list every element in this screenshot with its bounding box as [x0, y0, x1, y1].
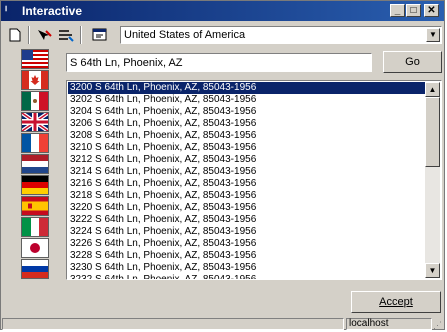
- flag-usa-icon[interactable]: [21, 49, 49, 69]
- result-row[interactable]: 3218 S 64th Ln, Phoenix, AZ, 85043-1956: [68, 190, 428, 202]
- minimize-button[interactable]: _: [390, 4, 405, 17]
- result-row[interactable]: 3222 S 64th Ln, Phoenix, AZ, 85043-1956: [68, 214, 428, 226]
- flag-spain-icon[interactable]: [21, 196, 49, 216]
- flag-italy-icon[interactable]: [21, 217, 49, 237]
- accept-label: Accept: [379, 296, 413, 308]
- flag-mexico-icon[interactable]: [21, 91, 49, 111]
- result-row[interactable]: 3220 S 64th Ln, Phoenix, AZ, 85043-1956: [68, 202, 428, 214]
- status-host: localhost: [346, 318, 432, 330]
- result-row[interactable]: 3224 S 64th Ln, Phoenix, AZ, 85043-1956: [68, 226, 428, 238]
- toolbar-separator: [28, 26, 30, 44]
- flag-uk-icon[interactable]: [21, 112, 49, 132]
- properties-icon[interactable]: [90, 26, 110, 44]
- pointer-tool-icon[interactable]: [34, 26, 54, 44]
- result-row[interactable]: 3228 S 64th Ln, Phoenix, AZ, 85043-1956: [68, 250, 428, 262]
- new-document-icon[interactable]: [5, 26, 25, 44]
- flag-netherlands-icon[interactable]: [21, 154, 49, 174]
- flag-japan-icon[interactable]: [21, 238, 49, 258]
- result-row[interactable]: 3210 S 64th Ln, Phoenix, AZ, 85043-1956: [68, 142, 428, 154]
- resize-grip-icon[interactable]: ⋰: [433, 320, 443, 330]
- results-list-body: 3200 S 64th Ln, Phoenix, AZ, 85043-1956 3…: [68, 82, 428, 279]
- result-row[interactable]: 3212 S 64th Ln, Phoenix, AZ, 85043-1956: [68, 154, 428, 166]
- scroll-up-icon[interactable]: ▲: [425, 82, 440, 97]
- accept-button[interactable]: Accept: [351, 291, 441, 313]
- result-row[interactable]: 3206 S 64th Ln, Phoenix, AZ, 85043-1956: [68, 118, 428, 130]
- result-row[interactable]: 3200 S 64th Ln, Phoenix, AZ, 85043-1956: [68, 82, 428, 94]
- result-row[interactable]: 3216 S 64th Ln, Phoenix, AZ, 85043-1956: [68, 178, 428, 190]
- toolbar-separator: [80, 26, 82, 44]
- result-row[interactable]: 3230 S 64th Ln, Phoenix, AZ, 85043-1956: [68, 262, 428, 274]
- app-icon: ⁱ: [5, 4, 8, 18]
- flag-france-icon[interactable]: [21, 133, 49, 153]
- result-row[interactable]: 3226 S 64th Ln, Phoenix, AZ, 85043-1956: [68, 238, 428, 250]
- go-button[interactable]: Go: [383, 51, 442, 73]
- flag-canada-icon[interactable]: [21, 70, 49, 90]
- country-select-value: United States of America: [124, 29, 246, 41]
- result-row[interactable]: 3202 S 64th Ln, Phoenix, AZ, 85043-1956: [68, 94, 428, 106]
- chevron-down-icon[interactable]: ▼: [426, 28, 440, 42]
- status-bar: localhost ⋰: [1, 317, 444, 331]
- maximize-button[interactable]: □: [406, 4, 421, 17]
- results-list[interactable]: 3200 S 64th Ln, Phoenix, AZ, 85043-1956 3…: [66, 80, 442, 280]
- app-window: ⁱ Interactive _ □ ✕ United States of Ame…: [0, 0, 445, 330]
- result-row[interactable]: 3214 S 64th Ln, Phoenix, AZ, 85043-1956: [68, 166, 428, 178]
- close-button[interactable]: ✕: [424, 4, 439, 17]
- flag-russia-icon[interactable]: [21, 259, 49, 279]
- window-title: Interactive: [22, 4, 83, 18]
- result-row[interactable]: 3204 S 64th Ln, Phoenix, AZ, 85043-1956: [68, 106, 428, 118]
- result-row[interactable]: 3232 S 64th Ln, Phoenix, AZ, 85043-1956: [68, 274, 428, 279]
- country-select[interactable]: United States of America ▼: [120, 26, 442, 44]
- scroll-down-icon[interactable]: ▼: [425, 263, 440, 278]
- result-row[interactable]: 3208 S 64th Ln, Phoenix, AZ, 85043-1956: [68, 130, 428, 142]
- scroll-thumb[interactable]: [425, 97, 440, 167]
- list-view-icon[interactable]: [56, 26, 76, 44]
- status-pane-main: [2, 318, 344, 330]
- address-search-input[interactable]: [66, 53, 372, 72]
- title-bar[interactable]: ⁱ Interactive _ □ ✕: [1, 1, 444, 21]
- flag-germany-icon[interactable]: [21, 175, 49, 195]
- vertical-scrollbar[interactable]: ▲ ▼: [425, 82, 440, 278]
